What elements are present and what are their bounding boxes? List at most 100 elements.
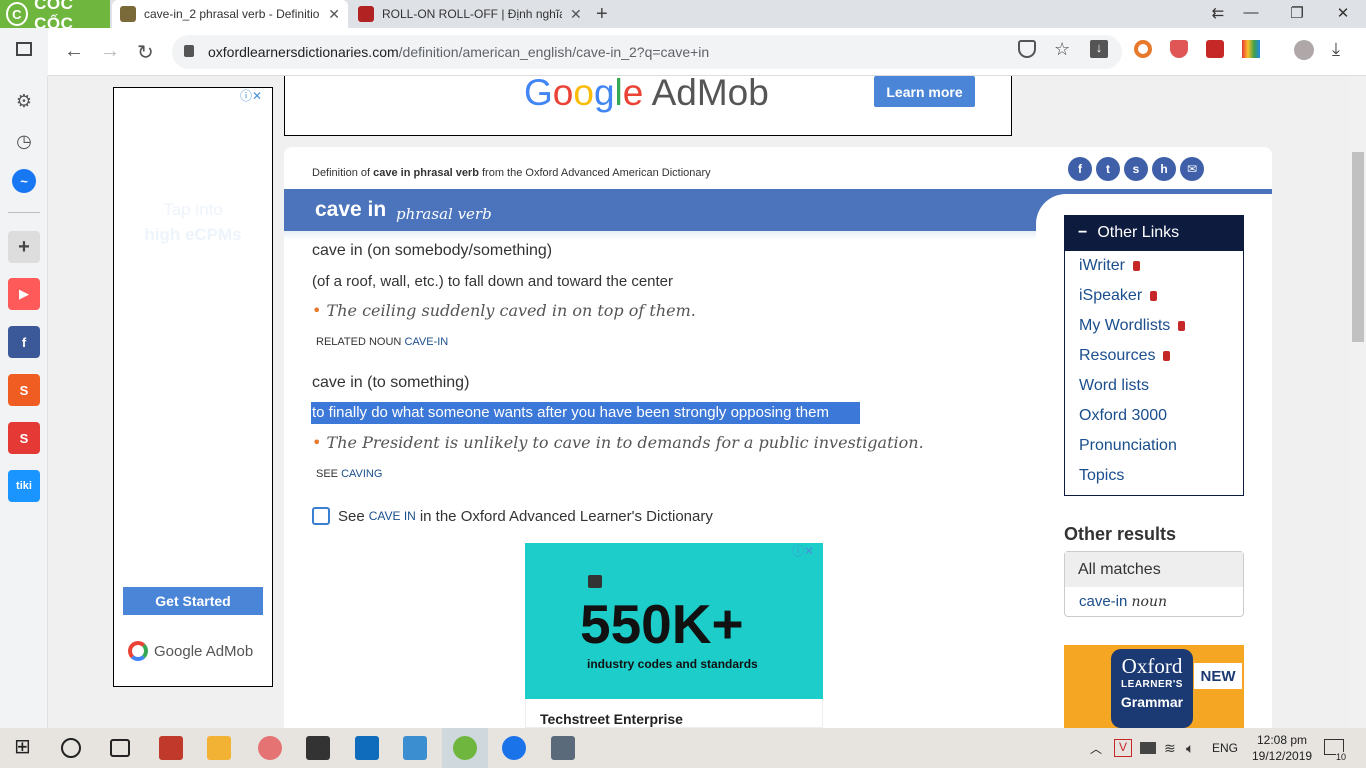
app-icon[interactable] bbox=[159, 736, 183, 760]
see-also-line: See CAVE IN in the Oxford Advanced Learner… bbox=[312, 507, 713, 525]
sidebar-toggle[interactable] bbox=[0, 28, 48, 76]
lock-icon bbox=[1132, 261, 1140, 271]
link-iwriter[interactable]: iWriter bbox=[1079, 257, 1140, 275]
zalo-icon[interactable] bbox=[502, 736, 526, 760]
other-links-header[interactable]: − Other Links bbox=[1064, 215, 1244, 251]
twitter-share-icon[interactable]: t bbox=[1096, 157, 1120, 181]
link-oxford-3000[interactable]: Oxford 3000 bbox=[1079, 407, 1167, 425]
adblock-icon[interactable] bbox=[1170, 40, 1188, 58]
shield-icon[interactable] bbox=[1018, 40, 1036, 58]
ad-bottom-subline: industry codes and standards bbox=[587, 657, 758, 671]
file-explorer-icon[interactable] bbox=[207, 736, 231, 760]
cave-in-link[interactable]: CAVE-IN bbox=[404, 336, 448, 348]
youtube-icon[interactable]: ▶ bbox=[8, 278, 40, 310]
profile-avatar[interactable] bbox=[1294, 40, 1314, 60]
messenger-icon[interactable]: ~ bbox=[12, 169, 36, 193]
download-video-icon[interactable]: ↓ bbox=[1090, 40, 1108, 58]
link-ispeaker[interactable]: iSpeaker bbox=[1079, 287, 1158, 305]
new-tab-icon[interactable]: + bbox=[596, 3, 608, 26]
settings-icon[interactable]: ⚙ bbox=[12, 89, 36, 113]
reload-icon[interactable]: ↻ bbox=[137, 40, 154, 65]
caving-link[interactable]: CAVING bbox=[341, 468, 382, 480]
windows-start-icon[interactable]: ⊞ bbox=[14, 734, 38, 758]
search-icon[interactable] bbox=[61, 738, 81, 758]
paint-icon[interactable] bbox=[258, 736, 282, 760]
divider bbox=[8, 212, 40, 213]
url-text[interactable]: oxfordlearnersdictionaries.com/definitio… bbox=[208, 44, 709, 60]
extension-icon[interactable] bbox=[1242, 40, 1260, 58]
extension-icon[interactable] bbox=[1134, 40, 1152, 58]
app-icon[interactable] bbox=[306, 736, 330, 760]
tab-title: cave-in_2 phrasal verb - Definition bbox=[144, 7, 321, 21]
hi5-share-icon[interactable]: h bbox=[1152, 157, 1176, 181]
app-icon[interactable] bbox=[551, 736, 575, 760]
ad-bottom-headline: 550K+ bbox=[580, 593, 744, 655]
ad-learn-more-button[interactable]: Learn more bbox=[874, 76, 975, 107]
volume-icon[interactable]: 🔈︎ bbox=[1186, 740, 1194, 757]
back-icon[interactable]: ← bbox=[64, 40, 84, 63]
ad-top-brand: Google AdMob bbox=[524, 72, 769, 113]
forward-icon[interactable]: → bbox=[100, 40, 120, 63]
task-view-icon[interactable] bbox=[110, 739, 130, 757]
shopee-icon[interactable]: S bbox=[8, 374, 40, 406]
restore-tabs-icon[interactable]: ⇇ bbox=[1208, 4, 1228, 22]
email-share-icon[interactable]: ✉ bbox=[1180, 157, 1204, 181]
facebook-icon[interactable]: f bbox=[8, 326, 40, 358]
close-tab-icon[interactable]: ✕ bbox=[328, 6, 340, 23]
tab-inactive[interactable]: ROLL-ON ROLL-OFF | Định nghĩa t ✕ bbox=[350, 0, 590, 28]
extension-icon[interactable] bbox=[1206, 40, 1224, 58]
ad-get-started-button[interactable]: Get Started bbox=[123, 587, 263, 615]
link-pronunciation[interactable]: Pronunciation bbox=[1079, 437, 1177, 455]
battery-icon[interactable] bbox=[1140, 742, 1156, 754]
external-link-icon[interactable] bbox=[312, 507, 330, 525]
notification-count: 10 bbox=[1336, 752, 1347, 762]
coccoc-taskbar-icon[interactable] bbox=[453, 736, 477, 760]
app-icon[interactable] bbox=[403, 736, 427, 760]
related-noun: RELATED NOUN CAVE-IN bbox=[316, 336, 449, 348]
other-results-heading: Other results bbox=[1064, 524, 1177, 544]
sense-definition-selected[interactable]: to finally do what someone wants after y… bbox=[312, 404, 829, 421]
ad-choices-icon[interactable]: ⓘ✕ bbox=[240, 87, 262, 104]
ad-choices-icon[interactable]: ⓘ✕ bbox=[792, 542, 814, 559]
cambridge-favicon-icon bbox=[358, 6, 374, 22]
downloads-icon[interactable]: ⤓ bbox=[1332, 39, 1350, 59]
oald-link[interactable]: CAVE IN bbox=[369, 509, 416, 523]
clock[interactable]: 12:08 pm 19/12/2019 bbox=[1252, 732, 1312, 764]
see-reference: SEE CAVING bbox=[316, 468, 383, 480]
collapse-icon[interactable]: − bbox=[1078, 224, 1087, 242]
link-word-lists[interactable]: Word lists bbox=[1079, 377, 1149, 395]
link-resources[interactable]: Resources bbox=[1079, 347, 1171, 365]
maximize-icon[interactable]: ❐ bbox=[1287, 4, 1307, 22]
minimize-icon[interactable]: — bbox=[1241, 4, 1261, 21]
tiki-icon[interactable]: tiki bbox=[8, 470, 40, 502]
language-indicator[interactable]: ENG bbox=[1212, 741, 1238, 755]
document-icon bbox=[588, 575, 602, 588]
tab-active[interactable]: cave-in_2 phrasal verb - Definition ✕ bbox=[112, 0, 348, 28]
all-matches-header[interactable]: All matches bbox=[1065, 552, 1243, 587]
close-tab-icon[interactable]: ✕ bbox=[570, 6, 582, 23]
sense-definition: (of a roof, wall, etc.) to fall down and… bbox=[312, 273, 674, 290]
link-topics[interactable]: Topics bbox=[1079, 467, 1124, 485]
bookmark-star-icon[interactable]: ☆ bbox=[1054, 39, 1072, 59]
match-cave-in[interactable]: cave-in noun bbox=[1079, 593, 1167, 610]
stumbleupon-share-icon[interactable]: s bbox=[1124, 157, 1148, 181]
outlook-icon[interactable] bbox=[355, 736, 379, 760]
sense-example: • The President is unlikely to cave in t… bbox=[312, 433, 924, 452]
taskbar bbox=[0, 728, 1366, 768]
lock-icon bbox=[1178, 321, 1186, 331]
vietkey-icon[interactable]: V bbox=[1114, 739, 1132, 757]
close-window-icon[interactable]: ✕ bbox=[1333, 4, 1353, 22]
scrollbar-thumb[interactable] bbox=[1352, 152, 1364, 342]
tray-chevron-icon[interactable]: ︿ bbox=[1090, 740, 1102, 757]
sendo-icon[interactable]: S bbox=[8, 422, 40, 454]
ad-left-headline: Tap into high eCPMs bbox=[144, 200, 242, 244]
history-icon[interactable]: ◷ bbox=[12, 129, 36, 153]
add-app-icon[interactable]: + bbox=[8, 231, 40, 263]
link-my-wordlists[interactable]: My Wordlists bbox=[1079, 317, 1186, 335]
browser-logo[interactable]: C CỐC CỐC bbox=[0, 0, 110, 33]
headword: cave in bbox=[315, 198, 387, 221]
lock-icon[interactable] bbox=[184, 45, 194, 57]
panel-icon bbox=[16, 42, 32, 56]
facebook-share-icon[interactable]: f bbox=[1068, 157, 1092, 181]
network-icon[interactable]: ≋ bbox=[1164, 740, 1176, 757]
